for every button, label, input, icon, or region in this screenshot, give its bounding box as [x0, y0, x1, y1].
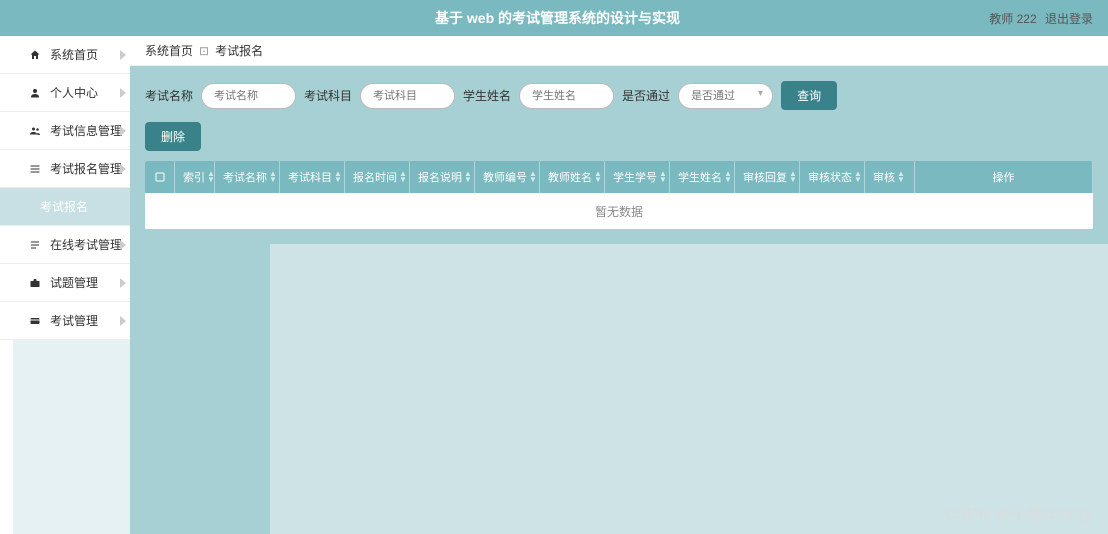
search-bar: 考试名称 考试科目 学生姓名 是否通过 查询	[145, 81, 1093, 110]
sidebar-item-label: 个人中心	[50, 84, 98, 101]
sidebar-item-exam-mgmt[interactable]: 考试管理	[0, 302, 130, 340]
app-title: 基于 web 的考试管理系统的设计与实现	[435, 8, 680, 28]
sidebar-item-online-exam[interactable]: 在线考试管理	[0, 226, 130, 264]
search-label-name: 考试名称	[145, 87, 193, 104]
search-select-pass[interactable]	[678, 83, 773, 109]
sidebar-footer	[0, 340, 130, 534]
table-header-cell[interactable]: 审核状态▲▼	[800, 161, 865, 193]
sidebar-item-exam-info[interactable]: 考试信息管理	[0, 112, 130, 150]
table-header-cell[interactable]: 学生姓名▲▼	[670, 161, 735, 193]
table-header-cell[interactable]: 学生学号▲▼	[605, 161, 670, 193]
current-user: 教师 222	[989, 12, 1036, 26]
search-label-student: 学生姓名	[463, 87, 511, 104]
list-icon	[28, 162, 42, 176]
table-header-cell[interactable]: 索引▲▼	[175, 161, 215, 193]
table-header-cell[interactable]: 考试名称▲▼	[215, 161, 280, 193]
search-input-subject[interactable]	[360, 83, 455, 109]
table-header-cell[interactable]: 报名时间▲▼	[345, 161, 410, 193]
data-table: 索引▲▼ 考试名称▲▼ 考试科目▲▼ 报名时间▲▼ 报名说明▲▼ 教师编号▲▼ …	[145, 161, 1093, 229]
table-header-row: 索引▲▼ 考试名称▲▼ 考试科目▲▼ 报名时间▲▼ 报名说明▲▼ 教师编号▲▼ …	[145, 161, 1093, 193]
table-header-cell[interactable]: 审核回复▲▼	[735, 161, 800, 193]
app-header: 基于 web 的考试管理系统的设计与实现 教师 222 退出登录	[0, 0, 1108, 36]
logout-link[interactable]: 退出登录	[1045, 12, 1093, 26]
sidebar-item-exam-signup[interactable]: 考试报名	[0, 188, 130, 226]
sidebar-item-exam-signup-mgmt[interactable]: 考试报名管理	[0, 150, 130, 188]
sidebar-item-profile[interactable]: 个人中心	[0, 74, 130, 112]
table-header-cell[interactable]: 教师姓名▲▼	[540, 161, 605, 193]
table-header-cell[interactable]: 审核▲▼	[865, 161, 915, 193]
card-icon	[28, 314, 42, 328]
search-input-name[interactable]	[201, 83, 296, 109]
sidebar-item-label: 考试信息管理	[50, 122, 122, 139]
home-icon	[28, 48, 42, 62]
sidebar-item-home[interactable]: 系统首页	[0, 36, 130, 74]
briefcase-icon	[28, 276, 42, 290]
table-empty-state: 暂无数据	[145, 193, 1093, 229]
search-label-subject: 考试科目	[304, 87, 352, 104]
sidebar-item-question-mgmt[interactable]: 试题管理	[0, 264, 130, 302]
header-user-area: 教师 222 退出登录	[984, 10, 1093, 27]
sidebar-item-label: 考试报名	[40, 198, 88, 215]
content-footer	[130, 244, 1108, 534]
table-header-cell[interactable]: 教师编号▲▼	[475, 161, 540, 193]
content-area: 系统首页 ⊡ 考试报名 考试名称 考试科目 学生姓名 是否通过 查询 删除	[130, 36, 1108, 534]
table-header-checkbox[interactable]	[145, 161, 175, 193]
sidebar-item-label: 试题管理	[50, 274, 98, 291]
sidebar-item-label: 在线考试管理	[50, 236, 122, 253]
table-header-cell[interactable]: 报名说明▲▼	[410, 161, 475, 193]
table-header-cell: 操作	[915, 161, 1093, 193]
bars-icon	[28, 238, 42, 252]
sidebar-item-label: 考试报名管理	[50, 160, 122, 177]
search-label-pass: 是否通过	[622, 87, 670, 104]
search-input-student[interactable]	[519, 83, 614, 109]
table-header-cell[interactable]: 考试科目▲▼	[280, 161, 345, 193]
user-icon	[28, 86, 42, 100]
sidebar: 系统首页 个人中心 考试信息管理 考试报名管理 考试报名	[0, 36, 130, 534]
sidebar-item-label: 系统首页	[50, 46, 98, 63]
breadcrumb: 系统首页 ⊡ 考试报名	[130, 36, 1108, 66]
sidebar-item-label: 考试管理	[50, 312, 98, 329]
breadcrumb-current: 考试报名	[215, 42, 263, 59]
users-icon	[28, 124, 42, 138]
breadcrumb-sep: ⊡	[199, 44, 209, 58]
delete-button[interactable]: 删除	[145, 122, 201, 151]
breadcrumb-home[interactable]: 系统首页	[145, 42, 193, 59]
search-button[interactable]: 查询	[781, 81, 837, 110]
